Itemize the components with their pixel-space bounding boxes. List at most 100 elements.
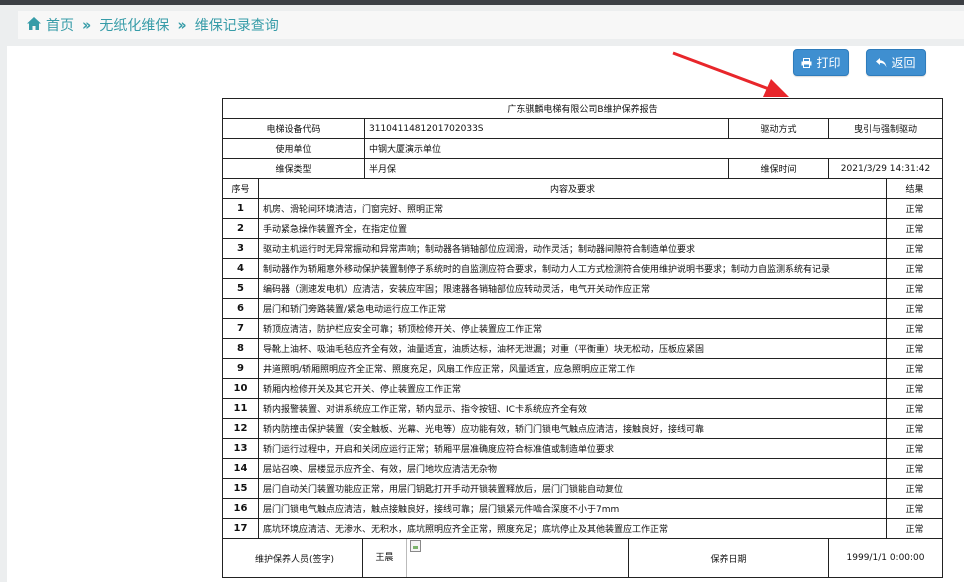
item-number: 5	[222, 278, 259, 299]
item-result: 正常	[885, 338, 944, 359]
double-chevron-right-icon: ››	[177, 16, 187, 34]
item-result: 正常	[885, 518, 944, 539]
item-content: 层门和轿门旁路装置/紧急电动运行应工作正常	[258, 298, 887, 319]
double-chevron-right-icon: ››	[82, 16, 92, 34]
table-row: 14 层站召唤、层楼显示应齐全、有效，层门地坎应清洁无杂物 正常	[222, 458, 944, 479]
item-content: 制动器作为轿厢意外移动保护装置制停子系统时的自监测应符合要求，制动力人工方式检测…	[258, 258, 887, 279]
equipment-code-value: 3110411481201702033S	[364, 118, 729, 139]
item-result: 正常	[885, 398, 944, 419]
table-row: 8 导靴上油杯、吸油毛毡应齐全有效，油量适宜，油质达标，油杯无泄漏；对重（平衡重）…	[222, 338, 944, 359]
breadcrumb-home-link[interactable]: 首页	[46, 15, 74, 35]
item-content: 轿门运行过程中，开启和关闭应运行正常；轿厢平层准确度应符合标准值或制造单位要求	[258, 438, 887, 459]
table-row: 5 编码器（测速发电机）应清洁，安装应牢固；限速器各销轴部位应转动灵活，电气开关动…	[222, 278, 944, 299]
item-number: 14	[222, 458, 259, 479]
item-result: 正常	[885, 438, 944, 459]
signature-image	[406, 539, 506, 577]
table-row: 4 制动器作为轿厢意外移动保护装置制停子系统时的自监测应符合要求，制动力人工方式检…	[222, 258, 944, 279]
item-rows: 1 机房、滑轮间环境清洁，门窗完好、照明正常 正常 2 手动紧急操作装置齐全，在指定位置…	[222, 198, 944, 539]
item-result: 正常	[885, 298, 944, 319]
item-content: 轿厢内检修开关及其它开关、停止装置应工作正常	[258, 378, 887, 399]
item-number: 8	[222, 338, 259, 359]
item-content: 驱动主机运行时无异常振动和异常声响；制动器各销轴部位应润滑，动作灵活；制动器间隙…	[258, 238, 887, 259]
item-content: 机房、滑轮间环境清洁，门窗完好、照明正常	[258, 198, 887, 219]
item-content: 层门门锁电气触点应清洁，触点接触良好，接线可靠；层门锁紧元件啮合深度不小于7mm	[258, 498, 887, 519]
maintenance-time-label: 维保时间	[728, 158, 829, 179]
maintenance-type-value: 半月保	[364, 158, 729, 179]
maintenance-type-label: 维保类型	[222, 158, 365, 179]
table-row: 2 手动紧急操作装置齐全，在指定位置 正常	[222, 218, 944, 239]
maintenance-report-table: 广东骐麟电梯有限公司B维护保养报告 电梯设备代码 311041148120170…	[221, 98, 944, 578]
item-content: 底坑环境应清洁、无渗水、无积水，底坑照明应齐全正常，照度充足；底坑停止及其他装置…	[258, 518, 887, 539]
home-icon[interactable]	[27, 16, 41, 34]
breadcrumb-current-page: 维保记录查询	[194, 18, 279, 34]
item-number: 13	[222, 438, 259, 459]
user-unit-label: 使用单位	[222, 138, 365, 159]
maintenance-date-label: 保养日期	[628, 538, 829, 578]
item-number: 1	[222, 198, 259, 219]
maintenance-date-value: 1999/1/1 0:00:00	[827, 538, 944, 578]
signature-row: 维护保养人员(签字) 王晨 保养日期 1999/1/1 0:00:00	[222, 538, 944, 578]
item-content: 导靴上油杯、吸油毛毡应齐全有效，油量适宜，油质达标，油杯无泄漏；对重（平衡重）块…	[258, 338, 887, 359]
item-result: 正常	[885, 358, 944, 379]
item-number: 10	[222, 378, 259, 399]
main-content: 打印 返回 广东骐麟电梯有限公司B维护保养报告 电梯设备代码 311041148…	[7, 46, 964, 582]
item-result: 正常	[885, 418, 944, 439]
item-number: 9	[222, 358, 259, 379]
item-content: 层站召唤、层楼显示应齐全、有效，层门地坎应清洁无杂物	[258, 458, 887, 479]
drive-type-value: 曳引与强制驱动	[827, 118, 944, 139]
table-row: 10 轿厢内检修开关及其它开关、停止装置应工作正常 正常	[222, 378, 944, 399]
item-result: 正常	[885, 478, 944, 499]
item-result: 正常	[885, 498, 944, 519]
breadcrumb: 首页 ›› 无纸化维保 ›› 维保记录查询	[18, 11, 964, 39]
breadcrumb-paperless-maintenance-link[interactable]: 无纸化维保	[99, 15, 169, 35]
item-result: 正常	[885, 258, 944, 279]
table-row: 6 层门和轿门旁路装置/紧急电动运行应工作正常 正常	[222, 298, 944, 319]
signer-name: 王晨	[362, 539, 406, 577]
item-content: 层门自动关门装置功能应正常，用层门钥匙打开手动开锁装置释放后，层门门锁能自动复位	[258, 478, 887, 499]
user-unit-value: 中钢大厦演示单位	[363, 138, 944, 159]
signer-label: 维护保养人员(签字)	[254, 554, 335, 565]
item-number: 3	[222, 238, 259, 259]
item-content: 轿顶应清洁，防护栏应安全可靠；轿顶检修开关、停止装置应工作正常	[258, 318, 887, 339]
item-number: 11	[222, 398, 259, 419]
item-content: 编码器（测速发电机）应清洁，安装应牢固；限速器各销轴部位应转动灵活，电气开关动作…	[258, 278, 887, 299]
item-content: 手动紧急操作装置齐全，在指定位置	[258, 218, 887, 239]
table-row: 7 轿顶应清洁，防护栏应安全可靠；轿顶检修开关、停止装置应工作正常 正常	[222, 318, 944, 339]
table-row: 9 井道照明/轿厢照明应齐全正常、照度充足，风扇工作应正常，风量适宜，应急照明应正…	[222, 358, 944, 379]
item-result: 正常	[885, 458, 944, 479]
column-header-no: 序号	[222, 178, 259, 199]
item-result: 正常	[885, 238, 944, 259]
item-result: 正常	[885, 198, 944, 219]
maintenance-type-row: 维保类型 半月保 维保时间 2021/3/29 14:31:42	[222, 158, 944, 179]
item-result: 正常	[885, 278, 944, 299]
back-button[interactable]: 返回	[866, 49, 926, 76]
table-row: 13 轿门运行过程中，开启和关闭应运行正常；轿厢平层准确度应符合标准值或制造单位要…	[222, 438, 944, 459]
table-row: 1 机房、滑轮间环境清洁，门窗完好、照明正常 正常	[222, 198, 944, 219]
report-title: 广东骐麟电梯有限公司B维护保养报告	[221, 98, 944, 119]
maintenance-time-value: 2021/3/29 14:31:42	[827, 158, 944, 179]
back-button-label: 返回	[891, 56, 916, 70]
item-result: 正常	[885, 378, 944, 399]
item-content: 井道照明/轿厢照明应齐全正常、照度充足，风扇工作应正常，风量适宜，应急照明应正常…	[258, 358, 887, 379]
item-number: 2	[222, 218, 259, 239]
drive-type-label: 驱动方式	[728, 118, 829, 139]
item-number: 16	[222, 498, 259, 519]
equipment-code-row: 电梯设备代码 3110411481201702033S 驱动方式 曳引与强制驱动	[222, 118, 944, 139]
item-content: 轿内防撞击保护装置（安全触板、光幕、光电等）应功能有效，轿门门锁电气触点应清洁，…	[258, 418, 887, 439]
top-window-strip	[0, 0, 964, 5]
table-row: 12 轿内防撞击保护装置（安全触板、光幕、光电等）应功能有效，轿门门锁电气触点应清…	[222, 418, 944, 439]
item-result: 正常	[885, 318, 944, 339]
item-number: 7	[222, 318, 259, 339]
item-number: 12	[222, 418, 259, 439]
items-header-row: 序号 内容及要求 结果	[222, 178, 944, 199]
item-number: 15	[222, 478, 259, 499]
column-header-content: 内容及要求	[258, 178, 887, 199]
item-result: 正常	[885, 218, 944, 239]
print-button-label: 打印	[816, 56, 841, 70]
table-row: 17 底坑环境应清洁、无渗水、无积水，底坑照明应齐全正常，照度充足；底坑停止及其他…	[222, 518, 944, 539]
table-row: 3 驱动主机运行时无异常振动和异常声响；制动器各销轴部位应润滑，动作灵活；制动器间…	[222, 238, 944, 259]
item-content: 轿内报警装置、对讲系统应工作正常，轿内显示、指令按钮、IC卡系统应齐全有效	[258, 398, 887, 419]
item-number: 6	[222, 298, 259, 319]
print-button[interactable]: 打印	[793, 49, 849, 76]
equipment-code-label: 电梯设备代码	[222, 118, 365, 139]
